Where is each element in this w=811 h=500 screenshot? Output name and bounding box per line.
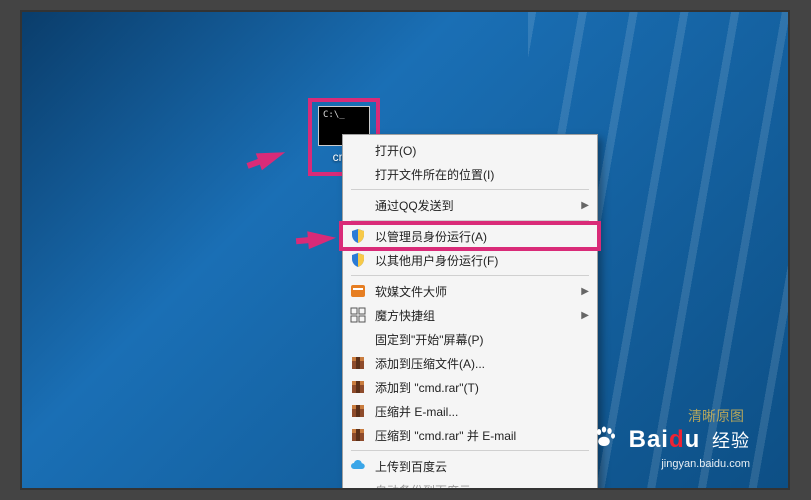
brand-en: Baidu [629, 426, 701, 453]
watermark: Baidu 经验 jingyan.baidu.com [593, 425, 750, 470]
menu-rar-email[interactable]: 压缩并 E-mail... [343, 399, 597, 423]
annotation-arrow-icon [256, 144, 288, 170]
context-menu: 打开(O) 打开文件所在的位置(I) 通过QQ发送到 ▶ 以管理员身份运行(A)… [342, 134, 598, 490]
desktop-area[interactable]: C:\_ cmd 打开(O) 打开文件所在的位置(I) 通过QQ发送到 ▶ 以管 [20, 10, 790, 490]
menu-pin-start[interactable]: 固定到"开始"屏幕(P) [343, 327, 597, 351]
watermark-brand: Baidu 经验 [593, 425, 750, 456]
paw-icon [593, 425, 617, 456]
rar-icon [349, 426, 367, 444]
shield-icon [349, 227, 367, 245]
submenu-arrow-icon: ▶ [581, 200, 589, 211]
menu-separator [351, 275, 589, 276]
menu-separator [351, 450, 589, 451]
submenu-arrow-icon: ▶ [581, 286, 589, 297]
app-icon [349, 282, 367, 300]
cloud-icon [349, 457, 367, 475]
menu-run-as-user[interactable]: 以其他用户身份运行(F) [343, 248, 597, 272]
menu-rar-cmd-email[interactable]: 压缩到 "cmd.rar" 并 E-mail [343, 423, 597, 447]
blank-icon [349, 141, 367, 159]
menu-upload-baidu[interactable]: 上传到百度云 [343, 454, 597, 478]
menu-add-rar-a[interactable]: 添加到压缩文件(A)... [343, 351, 597, 375]
blank-icon [349, 330, 367, 348]
menu-mofang[interactable]: 魔方快捷组 ▶ [343, 303, 597, 327]
rar-icon [349, 378, 367, 396]
menu-send-qq[interactable]: 通过QQ发送到 ▶ [343, 193, 597, 217]
grid-icon [349, 306, 367, 324]
rar-icon [349, 354, 367, 372]
blank-icon [349, 196, 367, 214]
menu-add-rar-t[interactable]: 添加到 "cmd.rar"(T) [343, 375, 597, 399]
menu-soft-master[interactable]: 软媒文件大师 ▶ [343, 279, 597, 303]
menu-open[interactable]: 打开(O) [343, 138, 597, 162]
brand-cn: 经验 [712, 431, 750, 451]
menu-separator [351, 189, 589, 190]
shield-icon [349, 251, 367, 269]
blank-icon [349, 165, 367, 183]
annotation-arrow-menu [307, 229, 336, 249]
menu-open-location[interactable]: 打开文件所在的位置(I) [343, 162, 597, 186]
corner-note: 清晰原图 [688, 406, 744, 426]
blank-icon [349, 481, 367, 490]
menu-run-as-admin[interactable]: 以管理员身份运行(A) [343, 224, 597, 248]
cmd-prompt-text: C:\_ [323, 110, 345, 120]
submenu-arrow-icon: ▶ [581, 310, 589, 321]
menu-separator [351, 220, 589, 221]
menu-auto-backup: 自动备份到百度云 [343, 478, 597, 490]
rar-icon [349, 402, 367, 420]
watermark-url: jingyan.baidu.com [593, 458, 750, 470]
